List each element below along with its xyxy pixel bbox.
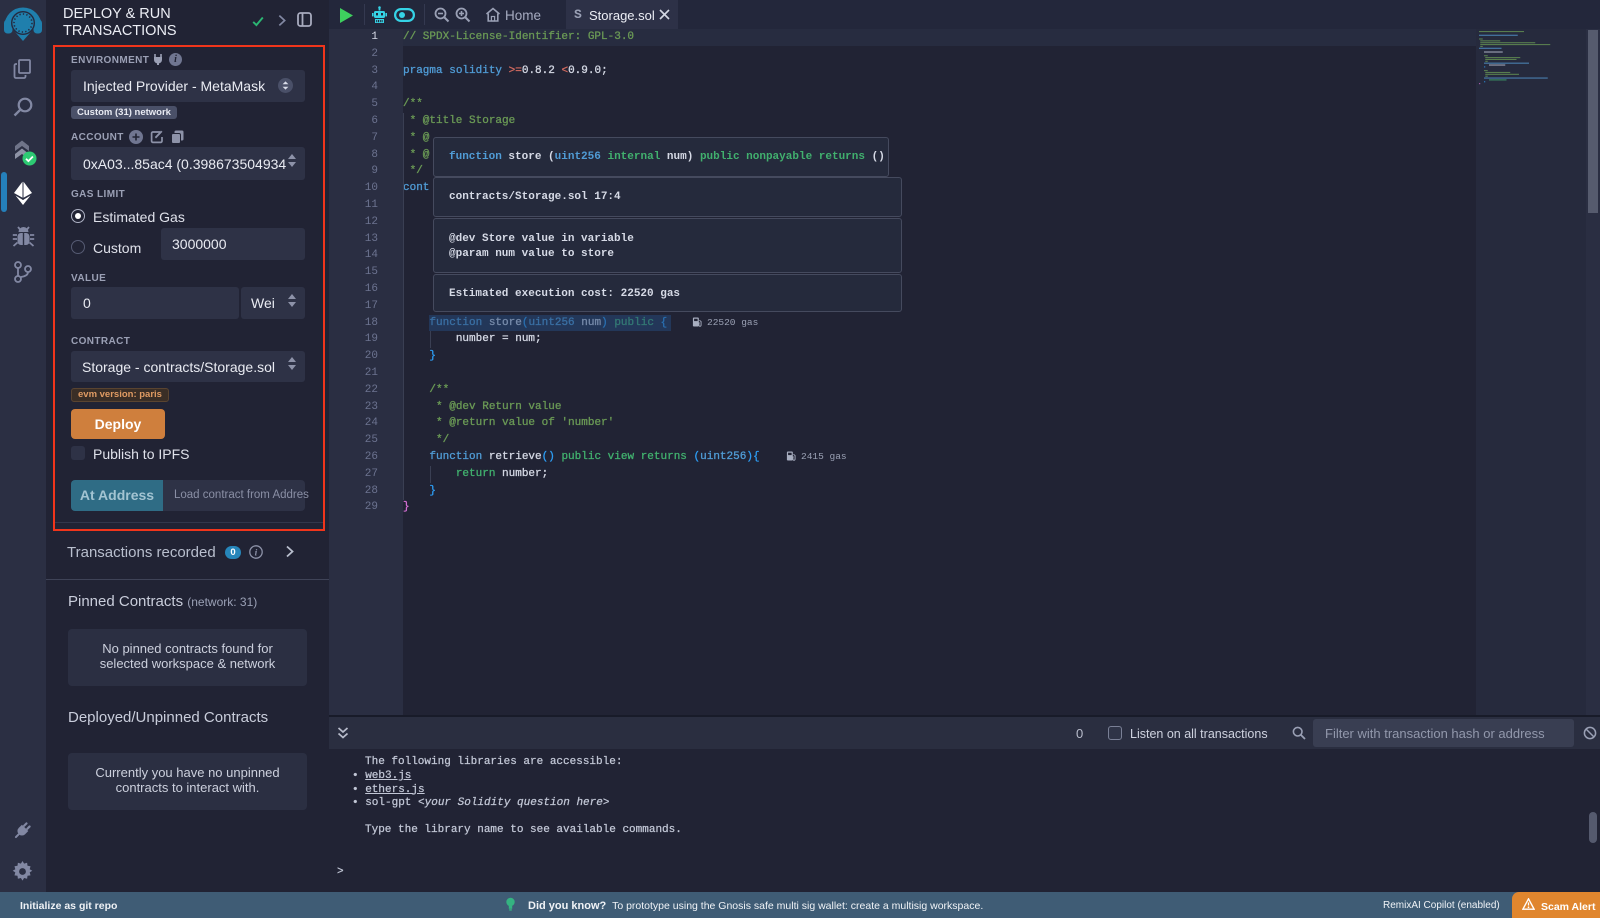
svg-text:i: i [255,548,258,558]
